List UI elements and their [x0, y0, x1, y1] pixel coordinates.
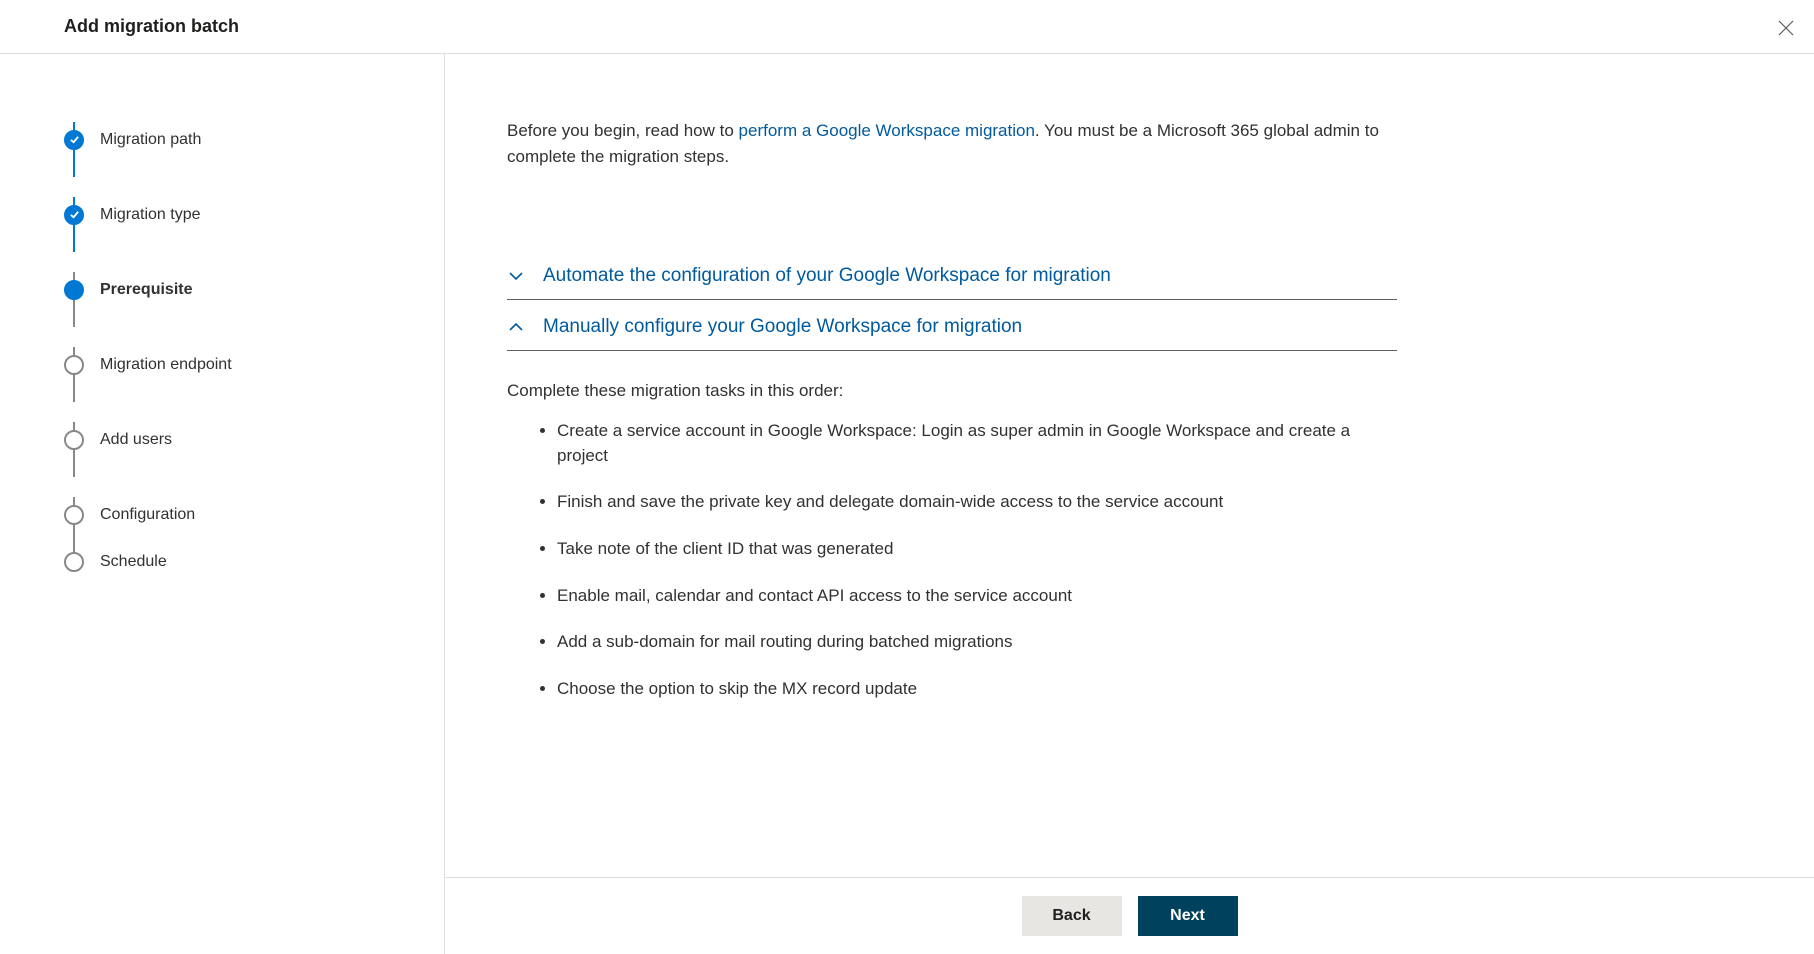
- step-dot-completed: [64, 205, 84, 225]
- checkmark-icon: [69, 209, 80, 220]
- step-label: Schedule: [100, 553, 167, 571]
- accordion-item-manual: Manually configure your Google Workspace…: [507, 300, 1397, 701]
- wizard-body: Migration path Migration type Prerequisi…: [0, 54, 1814, 954]
- wizard-footer: Back Next: [445, 877, 1814, 954]
- wizard-content: Before you begin, read how to perform a …: [445, 54, 1814, 877]
- close-button[interactable]: [1770, 12, 1802, 44]
- step-label: Migration path: [100, 131, 201, 149]
- step-migration-endpoint[interactable]: Migration endpoint: [64, 327, 444, 402]
- step-prerequisite[interactable]: Prerequisite: [64, 252, 444, 327]
- task-item: Add a sub-domain for mail routing during…: [557, 630, 1397, 655]
- accordion-title: Automate the configuration of your Googl…: [543, 265, 1111, 287]
- accordion-item-automate: Automate the configuration of your Googl…: [507, 249, 1397, 300]
- wizard-sidebar: Migration path Migration type Prerequisi…: [0, 54, 445, 954]
- step-migration-path[interactable]: Migration path: [64, 102, 444, 177]
- task-item: Enable mail, calendar and contact API ac…: [557, 584, 1397, 609]
- step-label: Prerequisite: [100, 281, 192, 299]
- intro-paragraph: Before you begin, read how to perform a …: [507, 118, 1407, 169]
- task-item: Take note of the client ID that was gene…: [557, 537, 1397, 562]
- step-dot-pending: [64, 552, 84, 572]
- step-dot-active: [64, 280, 84, 300]
- close-icon: [1778, 20, 1794, 36]
- accordion-header-automate[interactable]: Automate the configuration of your Googl…: [507, 249, 1397, 300]
- chevron-up-icon: [507, 318, 535, 336]
- wizard-main: Before you begin, read how to perform a …: [445, 54, 1814, 954]
- accordion: Automate the configuration of your Googl…: [507, 249, 1397, 701]
- step-list: Migration path Migration type Prerequisi…: [64, 102, 444, 572]
- step-add-users[interactable]: Add users: [64, 402, 444, 477]
- step-configuration[interactable]: Configuration: [64, 477, 444, 552]
- intro-link[interactable]: perform a Google Workspace migration: [739, 121, 1035, 140]
- task-item: Finish and save the private key and dele…: [557, 490, 1397, 515]
- checkmark-icon: [69, 134, 80, 145]
- step-label: Add users: [100, 431, 172, 449]
- step-dot-pending: [64, 355, 84, 375]
- accordion-body-manual: Complete these migration tasks in this o…: [507, 351, 1397, 701]
- step-dot-pending: [64, 430, 84, 450]
- wizard-header: Add migration batch: [0, 0, 1814, 54]
- step-label: Migration type: [100, 206, 201, 224]
- wizard-title: Add migration batch: [64, 16, 239, 37]
- back-button[interactable]: Back: [1022, 896, 1122, 936]
- task-item: Choose the option to skip the MX record …: [557, 677, 1397, 702]
- accordion-title: Manually configure your Google Workspace…: [543, 316, 1022, 338]
- step-label: Configuration: [100, 506, 195, 524]
- next-button[interactable]: Next: [1138, 896, 1238, 936]
- accordion-header-manual[interactable]: Manually configure your Google Workspace…: [507, 300, 1397, 351]
- tasks-intro: Complete these migration tasks in this o…: [507, 381, 1397, 401]
- step-dot-pending: [64, 505, 84, 525]
- chevron-down-icon: [507, 267, 535, 285]
- step-label: Migration endpoint: [100, 356, 232, 374]
- intro-prefix: Before you begin, read how to: [507, 121, 739, 140]
- step-migration-type[interactable]: Migration type: [64, 177, 444, 252]
- step-dot-completed: [64, 130, 84, 150]
- task-list: Create a service account in Google Works…: [507, 419, 1397, 701]
- step-schedule[interactable]: Schedule: [64, 552, 444, 572]
- task-item: Create a service account in Google Works…: [557, 419, 1397, 468]
